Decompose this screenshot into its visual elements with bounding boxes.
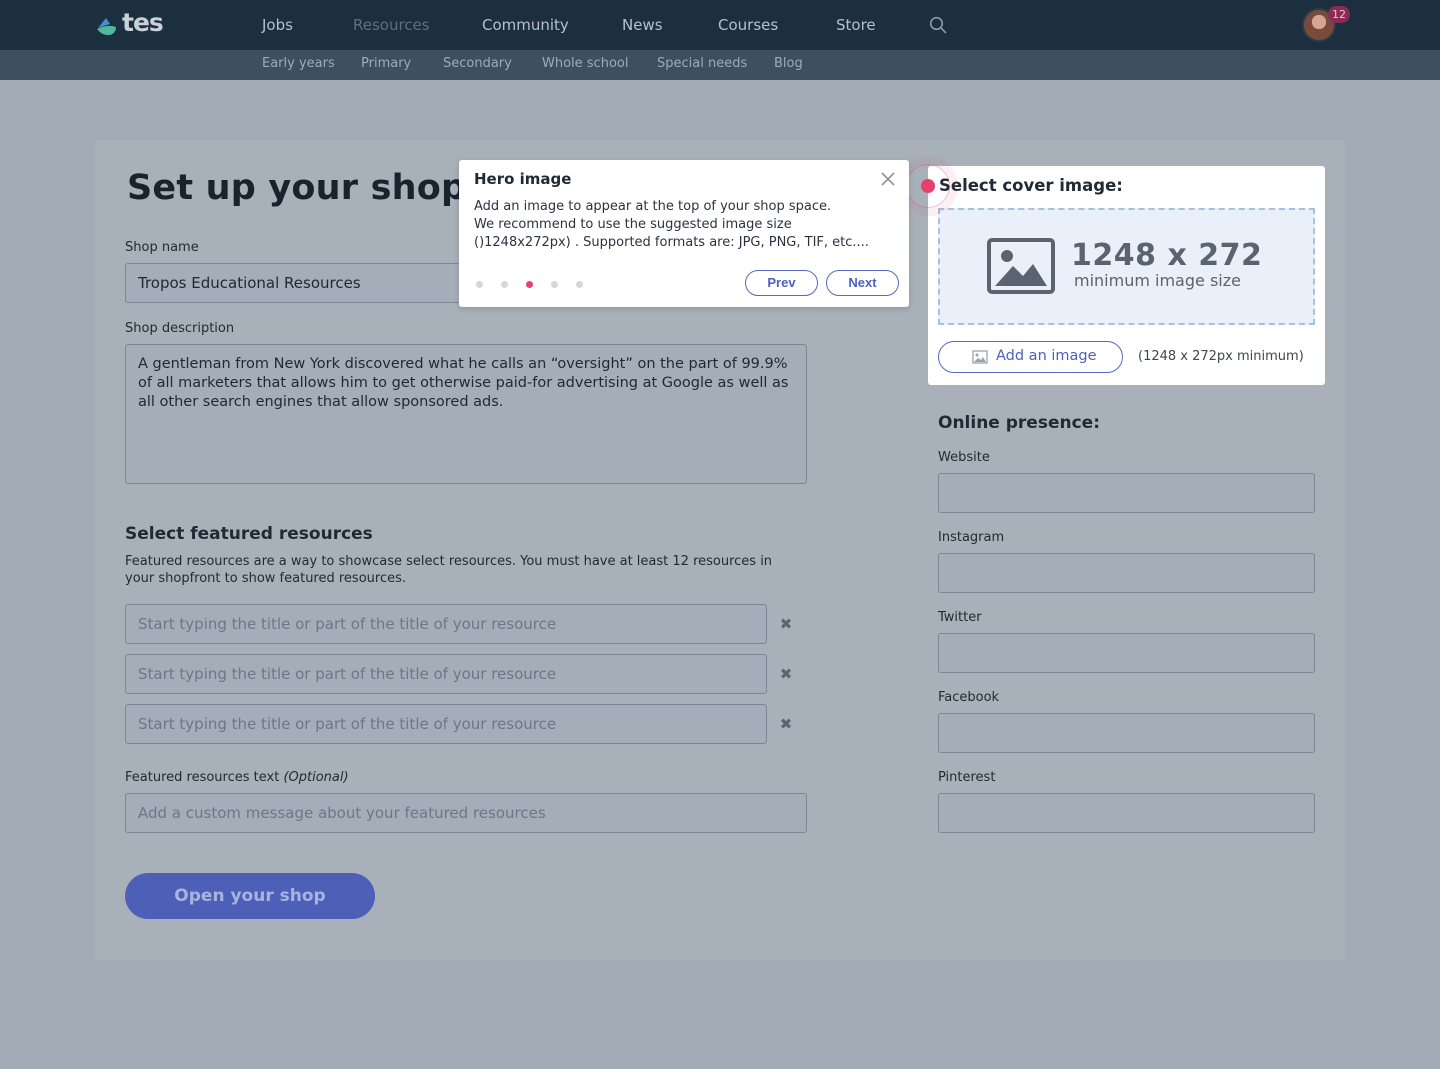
twitter-label: Twitter <box>938 610 982 625</box>
shop-name-input[interactable]: Tropos Educational Resources <box>125 263 465 303</box>
image-placeholder-icon <box>987 238 1055 294</box>
cover-size-small: minimum image size <box>1074 271 1241 290</box>
sub-nav: Early years Primary Secondary Whole scho… <box>0 50 1440 80</box>
cover-size-big: 1248 x 272 <box>1071 238 1263 273</box>
search-icon[interactable] <box>929 16 947 34</box>
logo-text: tes <box>122 8 164 37</box>
step-dot[interactable] <box>551 281 558 288</box>
top-nav: tes Jobs Resources Community News Course… <box>0 0 1440 50</box>
step-dot[interactable] <box>476 281 483 288</box>
nav-news[interactable]: News <box>622 16 663 34</box>
nav-courses[interactable]: Courses <box>718 16 778 34</box>
featured-text-label: Featured resources text (Optional) <box>125 770 349 785</box>
subnav-secondary[interactable]: Secondary <box>443 56 512 71</box>
notification-badge: 12 <box>1328 6 1350 23</box>
remove-icon[interactable]: ✖ <box>779 667 793 682</box>
featured-help-text: Featured resources are a way to showcase… <box>125 554 773 586</box>
tooltip-next-button[interactable]: Next <box>826 270 899 296</box>
step-dot[interactable] <box>501 281 508 288</box>
remove-icon[interactable]: ✖ <box>779 717 793 732</box>
optional-tag: (Optional) <box>283 770 349 785</box>
featured-text-label-text: Featured resources text <box>125 770 280 785</box>
nav-jobs[interactable]: Jobs <box>262 16 293 34</box>
image-icon <box>972 350 988 364</box>
featured-resource-input-2[interactable]: Start typing the title or part of the ti… <box>125 654 767 694</box>
instagram-input[interactable] <box>938 553 1315 593</box>
nav-resources[interactable]: Resources <box>353 16 430 34</box>
tooltip-title: Hero image <box>474 170 572 188</box>
subnav-whole-school[interactable]: Whole school <box>542 56 628 71</box>
add-image-label: Add an image <box>996 348 1097 364</box>
cover-image-title: Select cover image: <box>939 176 1123 195</box>
featured-text-input[interactable]: Add a custom message about your featured… <box>125 793 807 833</box>
featured-resource-input-3[interactable]: Start typing the title or part of the ti… <box>125 704 767 744</box>
cover-min-size-note: (1248 x 272px minimum) <box>1138 349 1304 364</box>
pinterest-input[interactable] <box>938 793 1315 833</box>
shop-name-label: Shop name <box>125 240 199 255</box>
online-presence-heading: Online presence: <box>938 413 1100 433</box>
tooltip-body-line: Add an image to appear at the top of you… <box>474 199 832 214</box>
pinterest-label: Pinterest <box>938 770 996 785</box>
add-image-button[interactable]: Add an image <box>938 341 1123 373</box>
subnav-early-years[interactable]: Early years <box>262 56 335 71</box>
tes-logo[interactable]: tes <box>96 8 166 40</box>
featured-resource-input-1[interactable]: Start typing the title or part of the ti… <box>125 604 767 644</box>
website-label: Website <box>938 450 990 465</box>
open-shop-button[interactable]: Open your shop <box>125 873 375 919</box>
remove-icon[interactable]: ✖ <box>779 617 793 632</box>
shop-description-textarea[interactable]: A gentleman from New York discovered wha… <box>125 344 807 484</box>
nav-community[interactable]: Community <box>482 16 569 34</box>
facebook-input[interactable] <box>938 713 1315 753</box>
step-dot-active[interactable] <box>526 281 533 288</box>
website-input[interactable] <box>938 473 1315 513</box>
facebook-label: Facebook <box>938 690 1000 705</box>
tooltip-prev-button[interactable]: Prev <box>745 270 818 296</box>
nav-store[interactable]: Store <box>836 16 876 34</box>
step-dot[interactable] <box>576 281 583 288</box>
subnav-primary[interactable]: Primary <box>361 56 411 71</box>
close-icon[interactable] <box>879 170 897 188</box>
tooltip-body-line: ()1248x272px) . Supported formats are: J… <box>474 235 869 250</box>
page-title: Set up your shop <box>127 168 467 208</box>
featured-heading: Select featured resources <box>125 524 373 544</box>
instagram-label: Instagram <box>938 530 1005 545</box>
shop-description-label: Shop description <box>125 321 235 336</box>
logo-mark-icon <box>97 18 116 36</box>
tooltip-body: Add an image to appear at the top of you… <box>474 198 894 252</box>
twitter-input[interactable] <box>938 633 1315 673</box>
tooltip-body-line: We recommend to use the suggested image … <box>474 217 792 232</box>
subnav-special-needs[interactable]: Special needs <box>657 56 747 71</box>
subnav-blog[interactable]: Blog <box>774 56 803 71</box>
hotspot-dot[interactable] <box>921 179 935 193</box>
